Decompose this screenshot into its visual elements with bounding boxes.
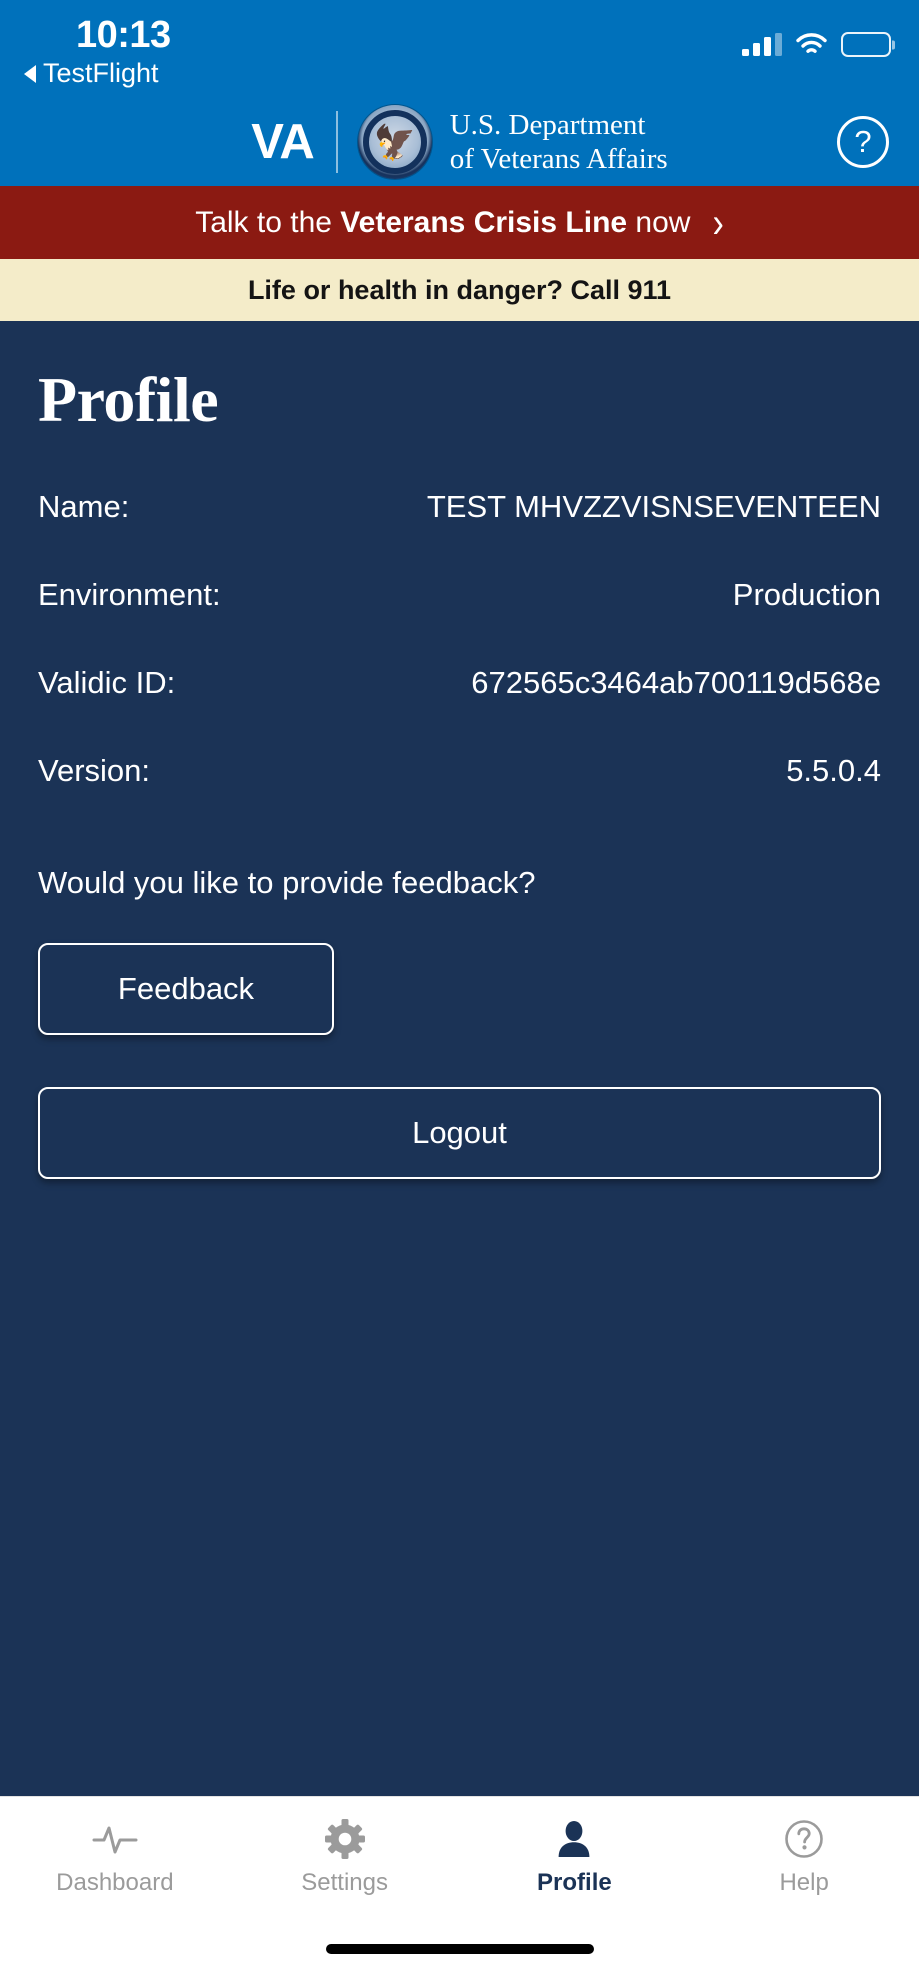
tab-dashboard[interactable]: Dashboard [0,1797,230,1918]
va-wordmark: VA [251,114,314,169]
question-mark-circle-icon[interactable]: ? [837,116,889,168]
home-indicator-area [0,1918,919,1980]
help-icon-glyph: ? [854,124,872,159]
row-value: TEST MHVZZVISNSEVENTEEN [426,489,881,524]
person-icon [555,1819,593,1859]
va-seal-icon: 🦅 [357,105,432,179]
call-911-banner: Life or health in danger? Call 911 [0,259,919,321]
profile-row-environment: Environment: Production [38,577,881,613]
crisis-prefix: Talk to the [195,205,341,239]
cellular-signal-icon [742,32,782,56]
agency-line-1: U.S. Department [449,108,646,141]
logout-button[interactable]: Logout [38,1087,881,1179]
back-label: TestFlight [43,58,159,88]
row-label: Version: [38,753,151,788]
profile-row-name: Name: TEST MHVZZVISNSEVENTEEN [38,489,881,525]
tab-help[interactable]: Help [689,1797,919,1918]
profile-row-version: Version: 5.5.0.4 [38,753,881,789]
page-title: Profile [38,364,219,435]
logout-button-label: Logout [412,1115,507,1150]
row-value: 672565c3464ab700119d568e [471,665,881,700]
row-label: Validic ID: [38,665,176,700]
question-mark-circle-icon [784,1819,824,1859]
status-bar-time: 10:13 [76,14,171,56]
feedback-question: Would you like to provide feedback? [38,865,536,900]
va-header: VA 🦅 U.S. Department of Veterans Affairs… [0,98,919,186]
agency-line-2: of Veterans Affairs [449,143,668,175]
tab-label: Settings [301,1868,388,1896]
row-label: Name: [38,489,130,524]
call-911-text: Life or health in danger? Call 911 [247,274,672,305]
home-indicator-bar[interactable] [325,1944,594,1954]
row-value: Production [732,577,881,612]
tab-profile[interactable]: Profile [460,1797,690,1918]
pulse-waveform-icon [92,1819,138,1859]
tab-label: Dashboard [56,1868,174,1896]
profile-content: Profile Name: TEST MHVZZVISNSEVENTEEN En… [0,321,919,1796]
status-bar-indicators [742,32,891,57]
crisis-emphasis: Veterans Crisis Line [340,205,628,239]
wifi-icon [796,33,827,56]
feedback-button[interactable]: Feedback [38,943,334,1035]
back-to-testflight-button[interactable]: TestFlight [24,58,159,89]
row-label: Environment: [38,577,221,612]
gear-icon [324,1818,365,1859]
veterans-crisis-line-banner[interactable]: Talk to the Veterans Crisis Line now › [0,186,919,259]
bottom-tab-bar: Dashboard Settings Profile Help [0,1796,919,1918]
status-bar: 10:13 TestFlight [0,0,919,98]
feedback-button-label: Feedback [117,971,255,1006]
back-triangle-icon [24,64,36,83]
app-screen: 10:13 TestFlight VA 🦅 U.S. Department of… [0,0,919,1980]
tab-label: Help [779,1868,829,1896]
va-logo: VA 🦅 U.S. Department of Veterans Affairs [251,105,668,179]
crisis-suffix: now [627,205,691,239]
logo-divider [335,111,338,173]
chevron-right-icon: › [712,198,724,247]
agency-name: U.S. Department of Veterans Affairs [450,108,668,176]
crisis-banner-text: Talk to the Veterans Crisis Line now [195,206,690,240]
tab-settings[interactable]: Settings [230,1797,460,1918]
profile-row-validic-id: Validic ID: 672565c3464ab700119d568e [38,665,881,701]
battery-icon [841,32,891,57]
row-value: 5.5.0.4 [786,753,881,788]
tab-label: Profile [537,1868,612,1896]
